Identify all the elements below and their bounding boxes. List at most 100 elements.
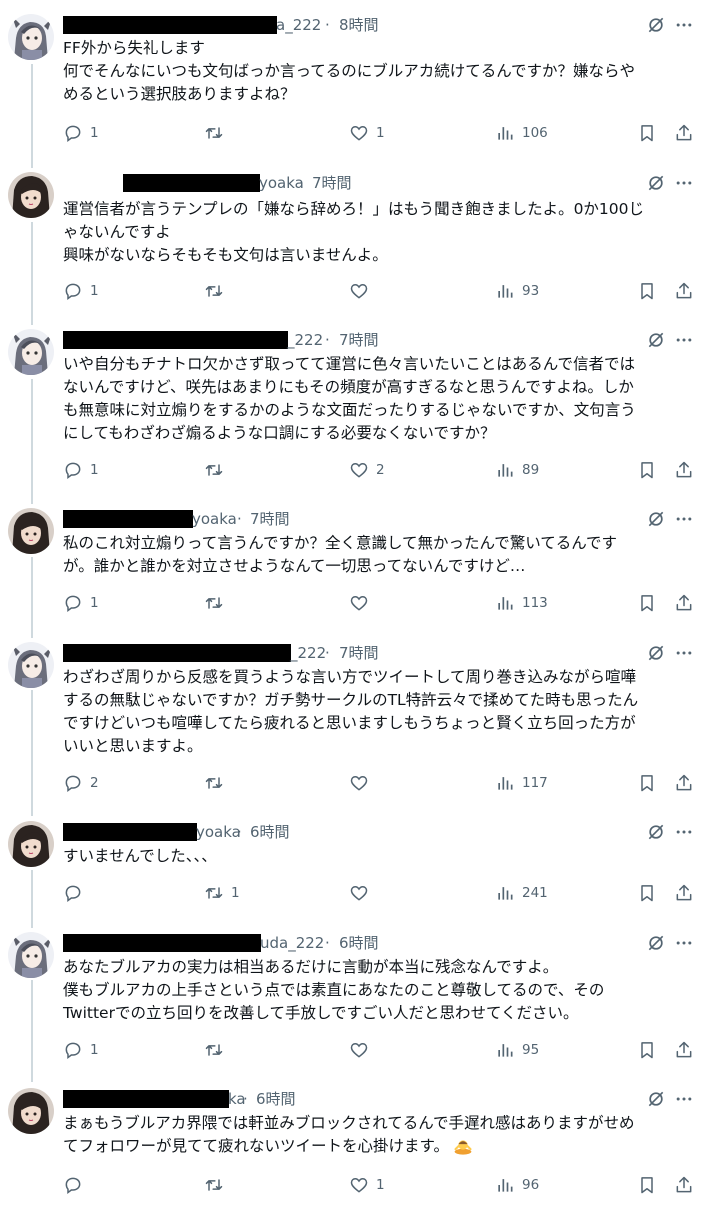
share-button[interactable]: [674, 1174, 694, 1196]
avatar[interactable]: [8, 642, 54, 688]
views-count: 89: [522, 462, 540, 478]
more-icon[interactable]: [674, 509, 694, 529]
reply-tweet[interactable]: _222 · 7時間 わざわざ周りから反感を買うような言い方でツイートして周り巻…: [0, 642, 708, 810]
share-button[interactable]: [674, 592, 694, 614]
user-handle[interactable]: uda_222: [260, 932, 324, 954]
like-button[interactable]: [349, 280, 376, 302]
retweet-button[interactable]: [204, 122, 231, 144]
bookmark-button[interactable]: [637, 1039, 657, 1061]
avatar[interactable]: [8, 821, 54, 867]
share-button[interactable]: [674, 882, 694, 904]
reply-tweet[interactable]: yoaka · 7時間 私のこれ対立煽りって言うんですか？全く意識して無かったん…: [0, 508, 708, 626]
reply-icon: [65, 885, 81, 902]
grok-icon[interactable]: [646, 173, 666, 193]
like-button[interactable]: 1: [349, 1174, 385, 1196]
retweet-button[interactable]: [204, 459, 231, 481]
like-button[interactable]: 2: [349, 459, 385, 481]
share-button[interactable]: [674, 1039, 694, 1061]
retweet-button[interactable]: 1: [204, 882, 240, 904]
bookmark-button[interactable]: [637, 1174, 657, 1196]
reply-icon: [65, 1177, 81, 1194]
reply-button[interactable]: 1: [63, 280, 99, 302]
reply-tweet[interactable]: yoaka · 6時間 すいませんでした、、、 1 241: [0, 821, 708, 917]
grok-icon[interactable]: [646, 509, 666, 529]
retweet-button[interactable]: [204, 1039, 231, 1061]
avatar[interactable]: [8, 172, 54, 218]
avatar[interactable]: [8, 932, 54, 978]
retweet-button[interactable]: [204, 1174, 231, 1196]
reply-button[interactable]: [63, 1174, 90, 1196]
reply-button[interactable]: 1: [63, 459, 99, 481]
grok-icon[interactable]: [646, 15, 666, 35]
bookmark-button[interactable]: [637, 280, 657, 302]
reply-tweet[interactable]: yoaka · 7時間 運営信者が言うテンプレの「嫌なら辞めろ！」はもう聞き飽き…: [0, 172, 708, 312]
like-button[interactable]: [349, 772, 376, 794]
bookmark-button[interactable]: [637, 592, 657, 614]
like-button[interactable]: [349, 592, 376, 614]
views-button[interactable]: 117: [495, 772, 548, 794]
grok-icon[interactable]: [646, 1089, 666, 1109]
avatar[interactable]: [8, 14, 54, 60]
like-button[interactable]: 1: [349, 122, 385, 144]
user-handle[interactable]: _222: [290, 642, 326, 664]
like-button[interactable]: [349, 882, 376, 904]
user-handle[interactable]: yoaka: [259, 172, 304, 194]
reply-button[interactable]: 1: [63, 592, 99, 614]
share-button[interactable]: [674, 280, 694, 302]
views-button[interactable]: 113: [495, 592, 548, 614]
avatar[interactable]: [8, 1088, 54, 1134]
tweet-time[interactable]: 6時間: [256, 1088, 296, 1110]
more-icon[interactable]: [674, 330, 694, 350]
avatar[interactable]: [8, 508, 54, 554]
grok-icon[interactable]: [646, 643, 666, 663]
reply-count: 1: [90, 462, 99, 478]
views-button[interactable]: 241: [495, 882, 548, 904]
bookmark-button[interactable]: [637, 772, 657, 794]
avatar[interactable]: [8, 329, 54, 375]
tweet-time[interactable]: 7時間: [312, 172, 352, 194]
tweet-time[interactable]: 7時間: [339, 642, 379, 664]
tweet-time[interactable]: 6時間: [250, 821, 290, 843]
bookmark-button[interactable]: [637, 882, 657, 904]
reply-button[interactable]: [63, 882, 90, 904]
bookmark-button[interactable]: [637, 122, 657, 144]
like-button[interactable]: [349, 1039, 376, 1061]
share-button[interactable]: [674, 459, 694, 481]
user-handle[interactable]: _222: [287, 329, 323, 351]
more-icon[interactable]: [674, 15, 694, 35]
more-icon[interactable]: [674, 822, 694, 842]
bookmark-button[interactable]: [637, 459, 657, 481]
reply-tweet[interactable]: ka · 6時間 まぁもうブルアカ界隈では軒並みブロックされてるんで手遅れ感はあ…: [0, 1088, 708, 1202]
reply-button[interactable]: 2: [63, 772, 99, 794]
tweet-time[interactable]: 7時間: [250, 508, 290, 530]
tweet-time[interactable]: 6時間: [339, 932, 379, 954]
views-button[interactable]: 96: [495, 1174, 539, 1196]
more-icon[interactable]: [674, 1089, 694, 1109]
separator-dot: ·: [243, 1090, 248, 1108]
views-button[interactable]: 93: [495, 280, 539, 302]
retweet-button[interactable]: [204, 280, 231, 302]
grok-icon[interactable]: [646, 933, 666, 953]
retweet-button[interactable]: [204, 772, 231, 794]
more-icon[interactable]: [674, 173, 694, 193]
more-icon[interactable]: [674, 933, 694, 953]
grok-icon[interactable]: [646, 330, 666, 350]
user-handle[interactable]: yoaka: [196, 821, 241, 843]
reply-button[interactable]: 1: [63, 1039, 99, 1061]
views-button[interactable]: 89: [495, 459, 539, 481]
user-handle[interactable]: yoaka: [192, 508, 237, 530]
views-button[interactable]: 106: [495, 122, 548, 144]
grok-icon[interactable]: [646, 822, 666, 842]
reply-tweet[interactable]: _222 · 7時間 いや自分もチナトロ欠かさず取ってて運営に色々言いたいことは…: [0, 329, 708, 497]
user-handle[interactable]: a_222: [276, 14, 321, 36]
tweet-time[interactable]: 8時間: [339, 14, 379, 36]
reply-button[interactable]: 1: [63, 122, 99, 144]
retweet-button[interactable]: [204, 592, 231, 614]
reply-tweet[interactable]: a_222 · 8時間 FF外から失礼します 何でそんなにいつも文句ばっか言って…: [0, 14, 708, 154]
more-icon[interactable]: [674, 643, 694, 663]
share-button[interactable]: [674, 122, 694, 144]
views-button[interactable]: 95: [495, 1039, 539, 1061]
reply-tweet[interactable]: uda_222 · 6時間 あなたブルアカの実力は相当あるだけに言動が本当に残念…: [0, 932, 708, 1072]
share-button[interactable]: [674, 772, 694, 794]
tweet-time[interactable]: 7時間: [339, 329, 379, 351]
